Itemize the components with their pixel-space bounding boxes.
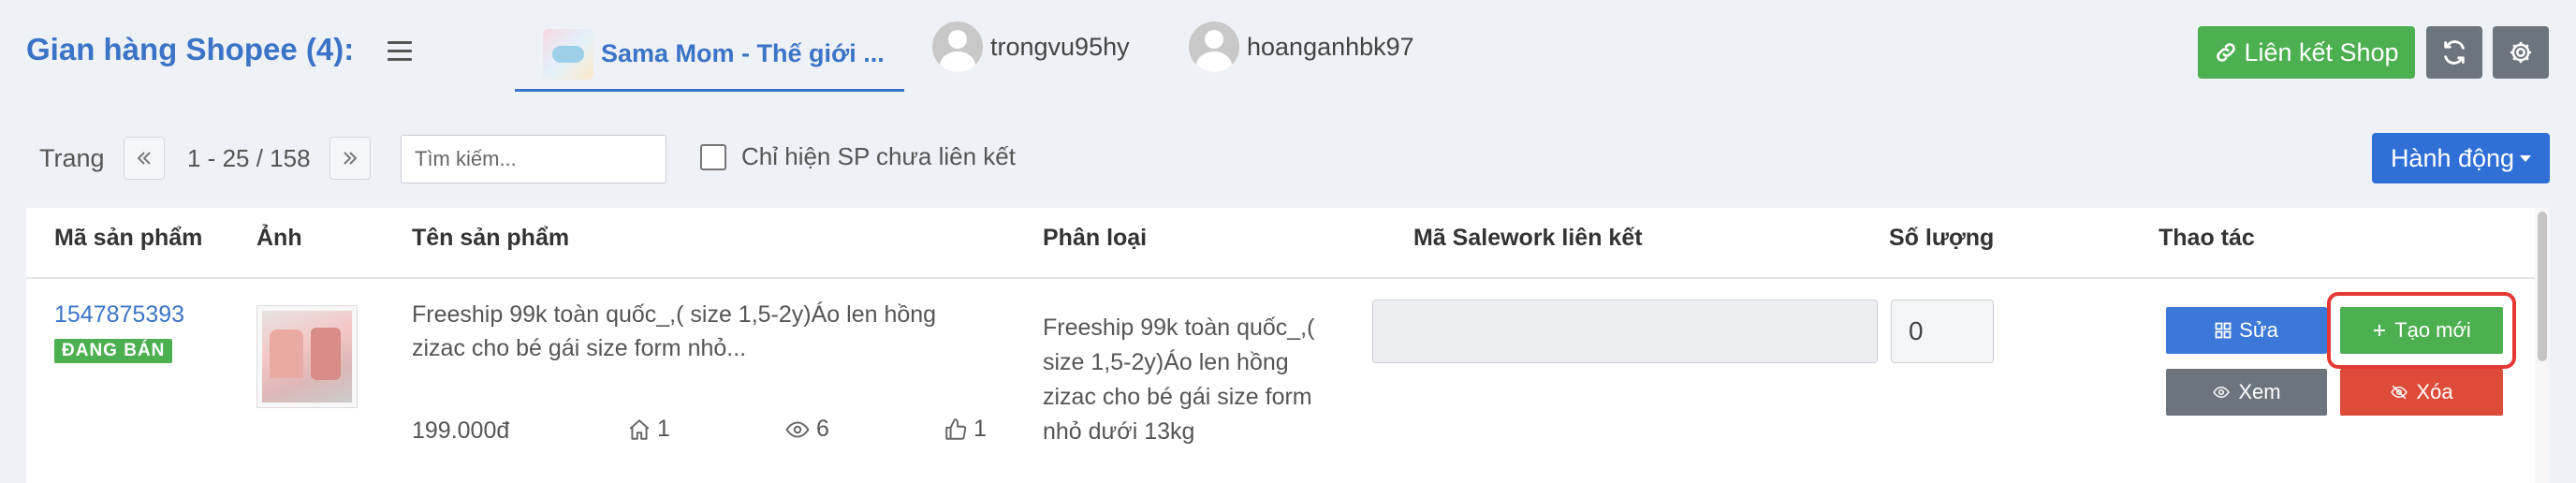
tab-shop-trongvu95hy[interactable]: trongvu95hy <box>932 21 1130 73</box>
column-header-quantity: Số lượng <box>1889 225 1995 251</box>
action-dropdown-button[interactable]: Hành động <box>2372 133 2550 183</box>
link-shop-label: Liên kết Shop <box>2244 37 2399 66</box>
product-sku-link[interactable]: 1547875393 <box>54 301 184 329</box>
search-input[interactable] <box>401 135 666 183</box>
likes-stat: 1 <box>944 416 987 443</box>
column-header-name: Tên sản phẩm <box>412 225 570 251</box>
views-count: 6 <box>816 416 829 442</box>
action-label: Hành động <box>2390 143 2515 172</box>
divider <box>26 277 2550 279</box>
tab-label: Sama Mom - Thế giới ... <box>601 39 885 67</box>
stock-count: 1 <box>657 416 670 442</box>
link-shop-button[interactable]: Liên kết Shop <box>2198 26 2415 79</box>
plus-icon <box>2374 325 2386 336</box>
product-thumbnail[interactable] <box>256 305 358 408</box>
tab-shop-sama-mom[interactable]: Sama Mom - Thế giới ... <box>515 19 904 92</box>
view-label: Xem <box>2238 380 2281 403</box>
product-price: 199.000đ <box>412 417 510 444</box>
unlinked-only-label: Chỉ hiện SP chưa liên kết <box>741 142 1016 170</box>
quantity-input[interactable] <box>1891 300 1994 363</box>
tab-label: trongvu95hy <box>990 32 1130 61</box>
page-title: Gian hàng Shopee (4): <box>26 32 355 66</box>
product-variant: Freeship 99k toàn quốc_,( size 1,5-2y)Áo… <box>1043 315 1315 445</box>
thumbs-up-icon <box>945 417 967 440</box>
menu-icon[interactable] <box>388 41 412 61</box>
product-name: Freeship 99k toàn quốc_,( size 1,5-2y)Áo… <box>412 301 937 361</box>
prev-page-button[interactable] <box>124 137 165 180</box>
shop-logo <box>543 28 593 80</box>
refresh-icon <box>2444 40 2465 65</box>
avatar <box>1189 22 1239 72</box>
settings-button[interactable] <box>2493 26 2549 79</box>
link-icon <box>2217 43 2236 62</box>
linked-code-input[interactable] <box>1372 300 1878 363</box>
column-header-linked-code: Mã Salework liên kết <box>1413 225 1643 251</box>
create-label: Tạo mới <box>2394 318 2471 342</box>
caret-down-icon <box>2520 154 2532 162</box>
column-header-variant: Phân loại <box>1043 225 1148 251</box>
eye-icon <box>785 420 810 438</box>
unlinked-only-checkbox[interactable] <box>700 144 726 170</box>
column-header-sku: Mã sản phẩm <box>54 225 203 251</box>
eye-icon <box>2213 386 2231 399</box>
next-page-button[interactable] <box>329 137 371 180</box>
eye-slash-icon <box>2391 385 2408 400</box>
views-stat: 6 <box>784 416 829 443</box>
edit-label: Sửa <box>2239 318 2278 342</box>
delete-button[interactable]: Xóa <box>2340 369 2503 416</box>
double-chevron-left-icon <box>137 152 151 165</box>
create-new-button[interactable]: Tạo mới <box>2340 307 2503 354</box>
stock-stat: 1 <box>627 416 670 443</box>
edit-button[interactable]: Sửa <box>2166 307 2327 354</box>
delete-label: Xóa <box>2416 380 2453 403</box>
column-header-actions: Thao tác <box>2159 225 2255 251</box>
avatar <box>932 22 983 72</box>
refresh-button[interactable] <box>2426 26 2482 79</box>
column-header-image: Ảnh <box>256 225 302 251</box>
likes-count: 1 <box>973 416 987 442</box>
tab-shop-hoanganhbk97[interactable]: hoanganhbk97 <box>1189 21 1414 73</box>
page-label: Trang <box>39 144 105 172</box>
status-badge: ĐANG BÁN <box>54 339 173 363</box>
page-range: 1 - 25 / 158 <box>187 144 311 172</box>
home-icon <box>629 418 650 440</box>
grid-icon <box>2215 322 2232 339</box>
gear-icon <box>2510 41 2532 64</box>
scrollbar-thumb[interactable] <box>2538 212 2547 361</box>
double-chevron-right-icon <box>344 152 358 165</box>
view-button[interactable]: Xem <box>2166 369 2327 416</box>
tab-label: hoanganhbk97 <box>1247 32 1414 61</box>
